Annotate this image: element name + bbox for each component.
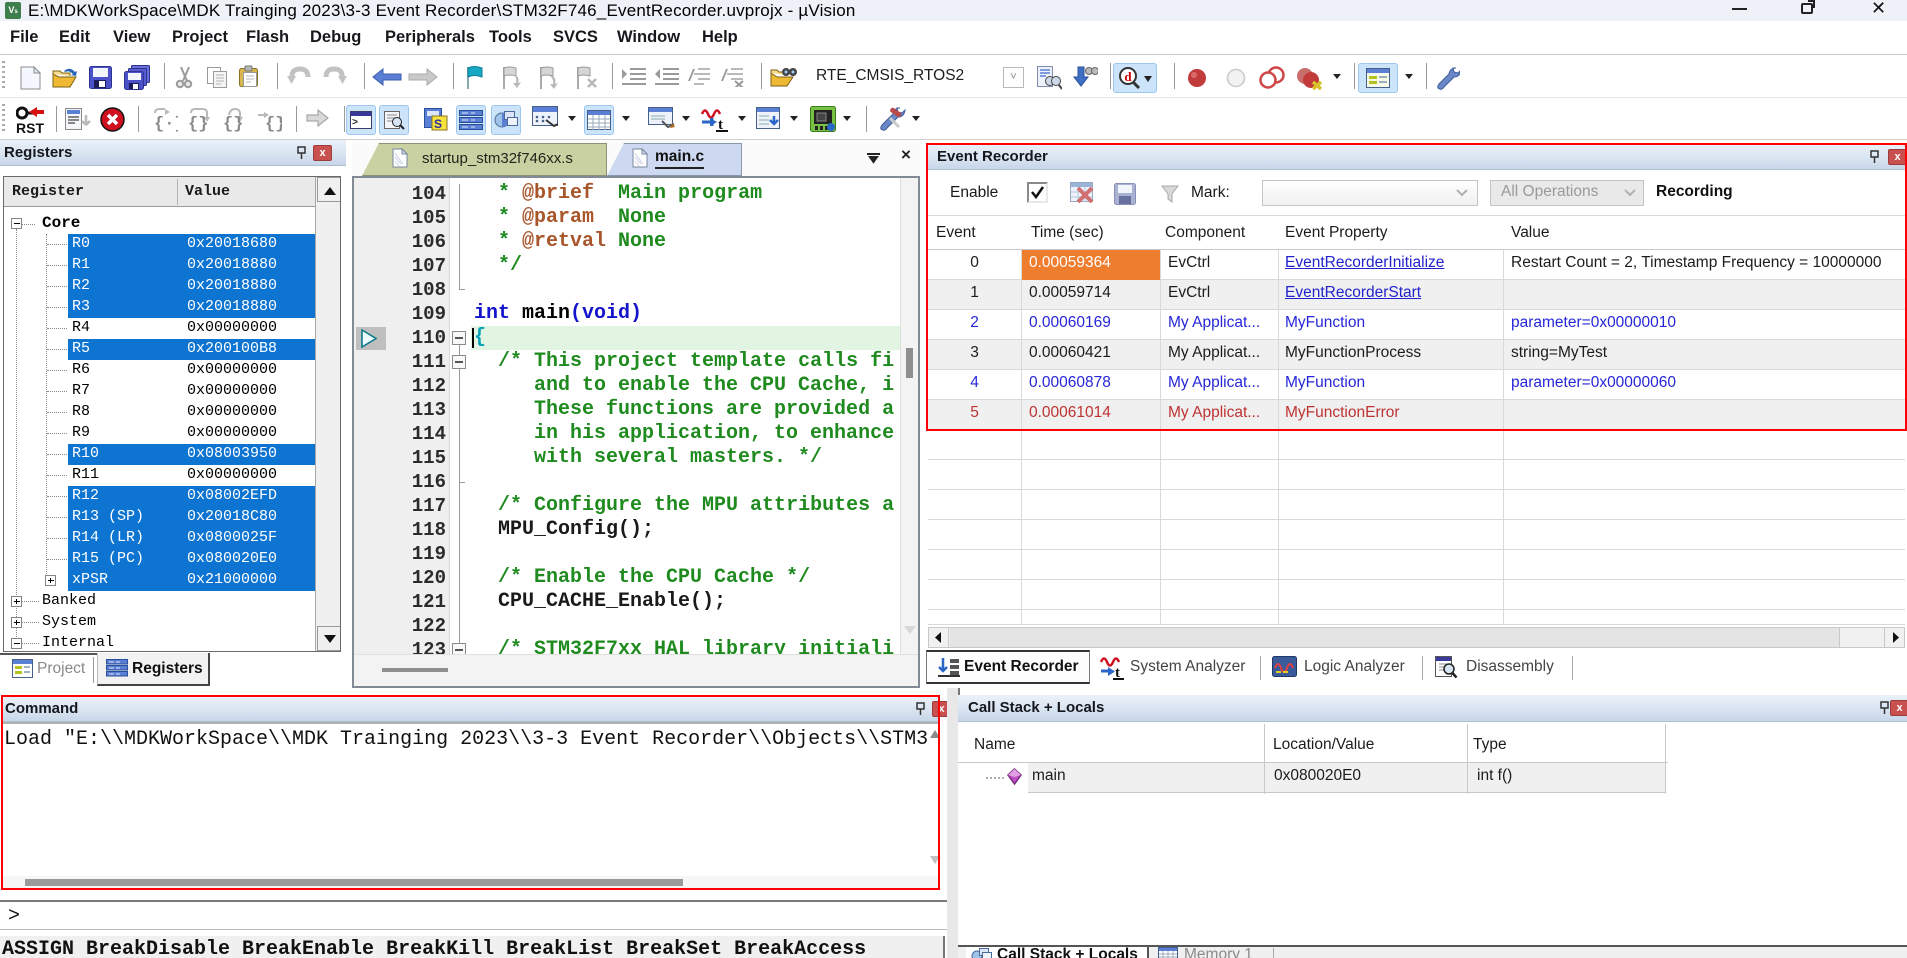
svg-text:t: t [718,117,723,132]
svg-text:{}: {} [188,115,208,133]
svg-text:S: S [434,117,442,131]
svg-text:{}: {} [265,115,282,133]
svg-text:{}: {} [223,115,243,133]
svg-text:>: > [352,118,358,129]
svg-text:RST: RST [16,120,44,135]
svg-text:{·}: {·} [154,115,178,133]
svg-text:d: d [1124,69,1132,84]
